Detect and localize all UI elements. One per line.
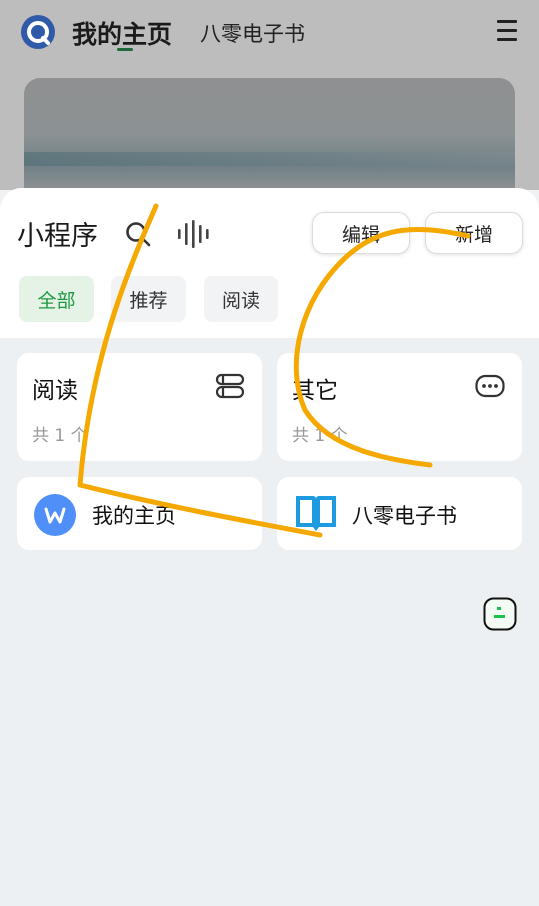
edit-button[interactable]: 编辑 <box>312 212 410 254</box>
open-book-icon <box>296 496 336 531</box>
w-logo-icon <box>34 494 76 536</box>
assistant-float-button[interactable] <box>483 597 517 631</box>
tab-ebook[interactable]: 八零电子书 <box>200 18 305 48</box>
app-card-ebook[interactable]: 八零电子书 <box>277 477 522 550</box>
page-title[interactable]: 我的主页 <box>72 15 172 51</box>
app-header: 我的主页 八零电子书 <box>0 0 539 218</box>
tab-all[interactable]: 全部 <box>19 276 94 322</box>
tab-reading[interactable]: 阅读 <box>204 276 278 322</box>
app-logo-icon <box>21 15 55 49</box>
category-count: 共 1 个 <box>32 426 88 446</box>
mini-program-sheet: 小程序 编辑 新增 全部 推荐 阅读 阅读 共 1 个 其它 共 1 个 我的主… <box>0 188 539 906</box>
app-name: 八零电子书 <box>352 504 457 528</box>
category-count: 共 1 个 <box>292 426 348 446</box>
category-name: 其它 <box>292 378 338 404</box>
menu-icon[interactable] <box>497 20 517 44</box>
app-name: 我的主页 <box>92 504 176 528</box>
voice-icon[interactable] <box>176 220 210 248</box>
category-card-other[interactable]: 其它 共 1 个 <box>277 353 522 461</box>
sheet-header: 小程序 编辑 新增 全部 推荐 阅读 <box>0 188 539 338</box>
add-button[interactable]: 新增 <box>425 212 523 254</box>
tab-recommended[interactable]: 推荐 <box>111 276 186 322</box>
sheet-title: 小程序 <box>17 221 98 252</box>
more-icon <box>475 374 505 398</box>
search-icon[interactable] <box>124 220 152 248</box>
book-stack-icon <box>215 373 245 399</box>
category-name: 阅读 <box>32 378 78 404</box>
active-tab-indicator <box>117 48 133 51</box>
category-card-reading[interactable]: 阅读 共 1 个 <box>17 353 262 461</box>
app-card-my-homepage[interactable]: 我的主页 <box>17 477 262 550</box>
